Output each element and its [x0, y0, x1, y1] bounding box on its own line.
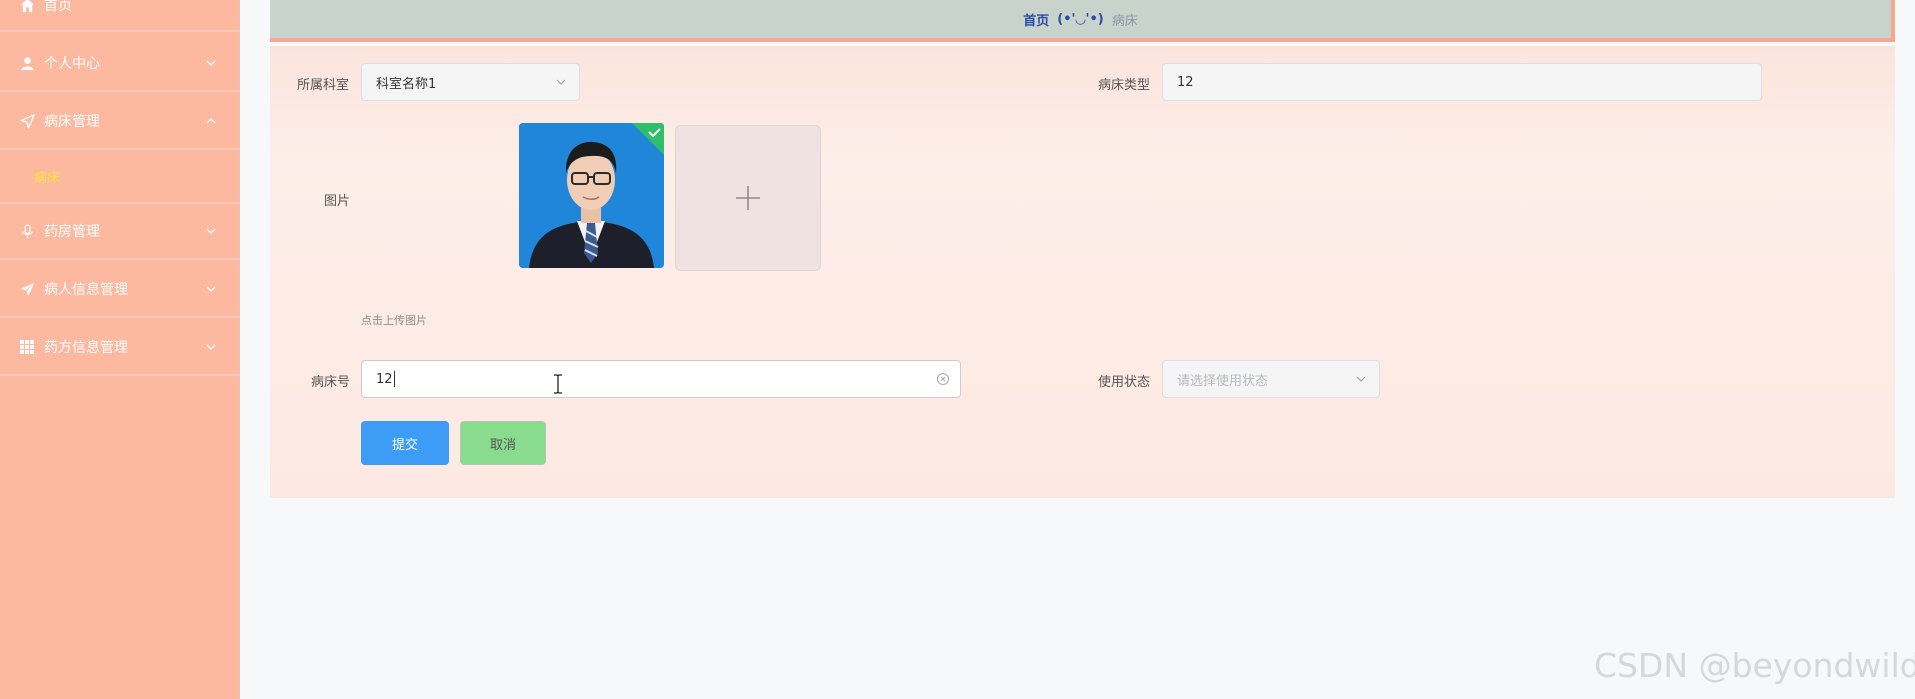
- breadcrumb: 首页 (•'◡'•) 病床: [270, 0, 1895, 42]
- chevron-down-icon: [204, 282, 218, 296]
- chevron-down-icon: [204, 340, 218, 354]
- bed-number-input[interactable]: 12: [361, 360, 961, 398]
- bed-number-label: 病床号: [310, 375, 350, 390]
- cancel-button[interactable]: 取消: [460, 421, 546, 465]
- sidebar-item-label: 药房管理: [44, 224, 100, 240]
- upload-hint: 点击上传图片: [361, 314, 427, 327]
- status-label: 使用状态: [1097, 375, 1150, 390]
- sidebar-subitem-label: 病床: [34, 170, 61, 186]
- sidebar-item-label: 药方信息管理: [44, 340, 128, 356]
- breadcrumb-separator: (•'◡'•): [1057, 11, 1104, 27]
- sidebar: 首页 个人中心 病床管理 病床 药房管理 病人信息管理 药方信息管理: [0, 0, 240, 699]
- breadcrumb-current: 病床: [1111, 13, 1138, 29]
- check-icon: [632, 123, 664, 155]
- navigation-icon: [18, 112, 36, 130]
- chevron-down-icon: [1355, 373, 1367, 385]
- uploaded-photo[interactable]: [519, 123, 664, 268]
- submit-button[interactable]: 提交: [361, 421, 449, 465]
- breadcrumb-home[interactable]: 首页: [1023, 10, 1049, 29]
- bed-type-value: 12: [1177, 74, 1194, 90]
- sidebar-item-pharmacy[interactable]: 药房管理: [0, 204, 240, 260]
- upload-button[interactable]: [675, 125, 821, 271]
- sidebar-item-label: 病人信息管理: [44, 282, 128, 298]
- send-icon: [18, 280, 36, 298]
- sidebar-item-home[interactable]: 首页: [0, 0, 240, 32]
- bed-type-input[interactable]: 12: [1162, 63, 1762, 101]
- watermark: CSDN @beyondwild: [1594, 646, 1915, 685]
- chevron-down-icon: [555, 76, 567, 88]
- sidebar-subitem-bed[interactable]: 病床: [0, 150, 240, 204]
- sidebar-item-bed-management[interactable]: 病床管理: [0, 94, 240, 150]
- plus-icon: [736, 186, 760, 210]
- home-icon: [18, 0, 36, 14]
- chevron-up-icon: [204, 114, 218, 128]
- chevron-down-icon: [204, 56, 218, 70]
- sidebar-item-label: 病床管理: [44, 114, 100, 130]
- sidebar-item-patient-info[interactable]: 病人信息管理: [0, 262, 240, 318]
- status-select[interactable]: 请选择使用状态: [1162, 360, 1380, 398]
- text-cursor-icon: [554, 374, 562, 394]
- department-select-value: 科室名称1: [376, 76, 437, 92]
- grid-icon: [18, 338, 36, 356]
- sidebar-item-label: 首页: [44, 0, 72, 14]
- clear-icon[interactable]: [936, 372, 950, 390]
- microphone-icon: [18, 222, 36, 240]
- image-label: 图片: [323, 194, 350, 209]
- user-icon: [18, 54, 36, 72]
- bed-type-label: 病床类型: [1097, 78, 1150, 93]
- sidebar-item-prescription-info[interactable]: 药方信息管理: [0, 320, 240, 376]
- department-select[interactable]: 科室名称1: [361, 63, 580, 101]
- sidebar-item-profile[interactable]: 个人中心: [0, 36, 240, 92]
- text-caret: [393, 371, 395, 387]
- status-placeholder: 请选择使用状态: [1177, 373, 1269, 389]
- department-label: 所属科室: [296, 78, 349, 93]
- bed-number-value: 12: [376, 371, 393, 387]
- sidebar-item-label: 个人中心: [44, 56, 100, 72]
- chevron-down-icon: [204, 224, 218, 238]
